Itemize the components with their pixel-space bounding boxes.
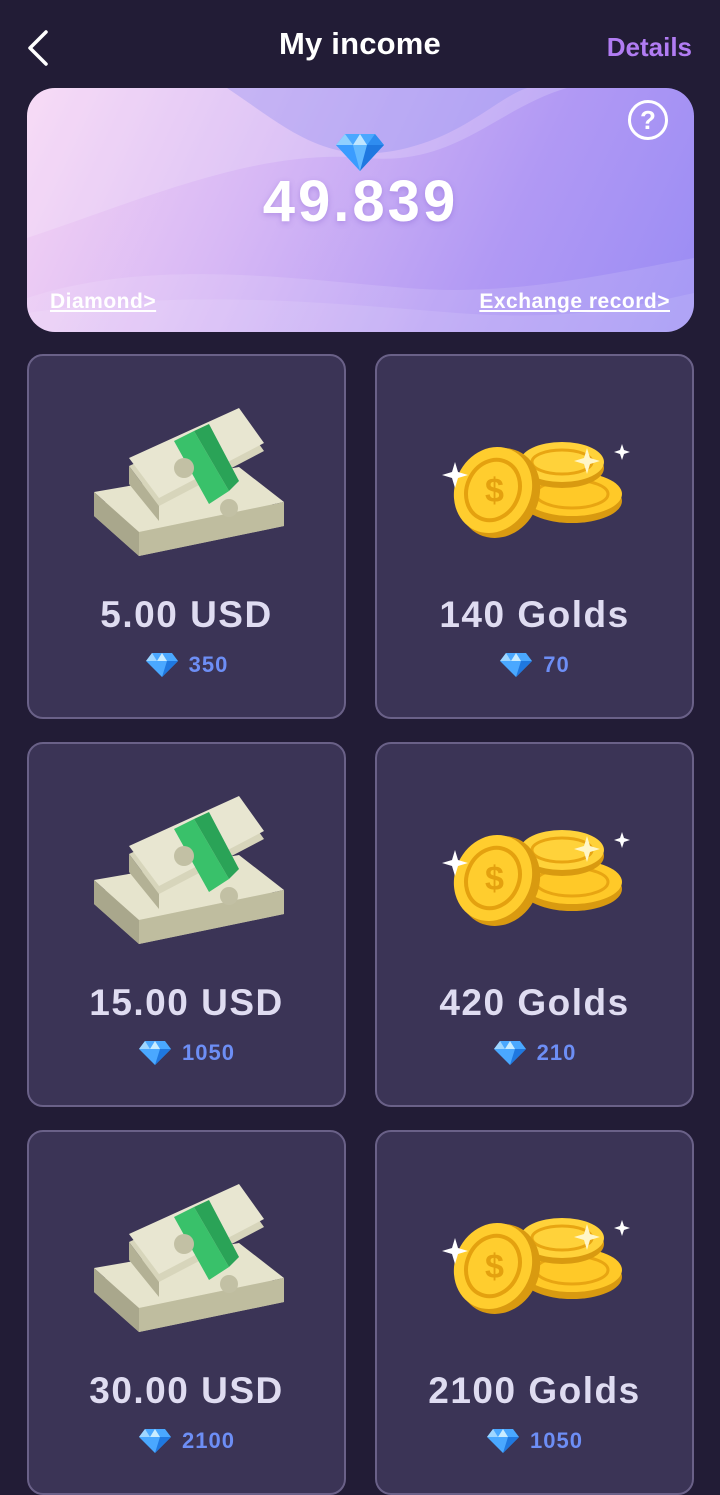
item-cost: 2100 — [29, 1428, 344, 1454]
item-price: 210 — [536, 1040, 577, 1065]
exchange-item-gold[interactable]: $ 2100 Golds 1050 — [375, 1130, 694, 1495]
svg-text:$: $ — [485, 1248, 504, 1286]
gold-coins-icon: $ — [442, 830, 630, 926]
item-price: 2100 — [182, 1428, 235, 1453]
exchange-item-usd[interactable]: 5.00 USD 350 — [27, 354, 346, 719]
gold-coins-icon: $ — [442, 442, 630, 538]
diamond-icon — [336, 134, 384, 171]
svg-text:$: $ — [485, 860, 504, 898]
exchange-item-gold[interactable]: $ 140 Golds 70 — [375, 354, 694, 719]
item-cost: 70 — [377, 652, 692, 678]
diamond-icon — [139, 1429, 172, 1453]
item-cost: 1050 — [29, 1040, 344, 1066]
item-amount: 420 Golds — [439, 982, 630, 1023]
diamond-icon — [487, 1429, 520, 1453]
item-price: 1050 — [182, 1040, 235, 1065]
item-cost: 350 — [29, 652, 344, 678]
diamond-link[interactable]: Diamond> — [50, 290, 156, 314]
item-amount: 15.00 USD — [89, 982, 284, 1023]
balance-card: ? 49.839 Diamond> Exchange record> — [27, 88, 694, 332]
diamond-icon — [493, 1041, 526, 1065]
item-cost: 210 — [377, 1040, 692, 1066]
top-bar: My income Details — [0, 0, 720, 92]
item-amount: 2100 Golds — [428, 1370, 641, 1411]
svg-text:$: $ — [485, 472, 504, 510]
exchange-record-link[interactable]: Exchange record> — [479, 290, 670, 314]
cash-stack-icon — [94, 1184, 284, 1332]
diamond-icon — [145, 653, 178, 677]
item-price: 1050 — [530, 1428, 583, 1453]
item-amount: 30.00 USD — [89, 1370, 284, 1411]
item-price: 70 — [543, 652, 570, 677]
item-price: 350 — [188, 652, 229, 677]
item-amount: 5.00 USD — [100, 594, 273, 635]
gold-coins-icon: $ — [442, 1218, 630, 1314]
cash-stack-icon — [94, 408, 284, 556]
item-amount: 140 Golds — [439, 594, 630, 635]
help-icon[interactable]: ? — [628, 100, 668, 140]
cash-stack-icon — [94, 796, 284, 944]
exchange-item-gold[interactable]: $ 420 Golds 210 — [375, 742, 694, 1107]
diamond-icon — [139, 1041, 172, 1065]
item-cost: 1050 — [377, 1428, 692, 1454]
exchange-item-usd[interactable]: 15.00 USD 1050 — [27, 742, 346, 1107]
diamond-balance: 49.839 — [262, 169, 459, 234]
details-button[interactable]: Details — [607, 32, 692, 63]
exchange-item-usd[interactable]: 30.00 USD 2100 — [27, 1130, 346, 1495]
diamond-icon — [500, 653, 533, 677]
